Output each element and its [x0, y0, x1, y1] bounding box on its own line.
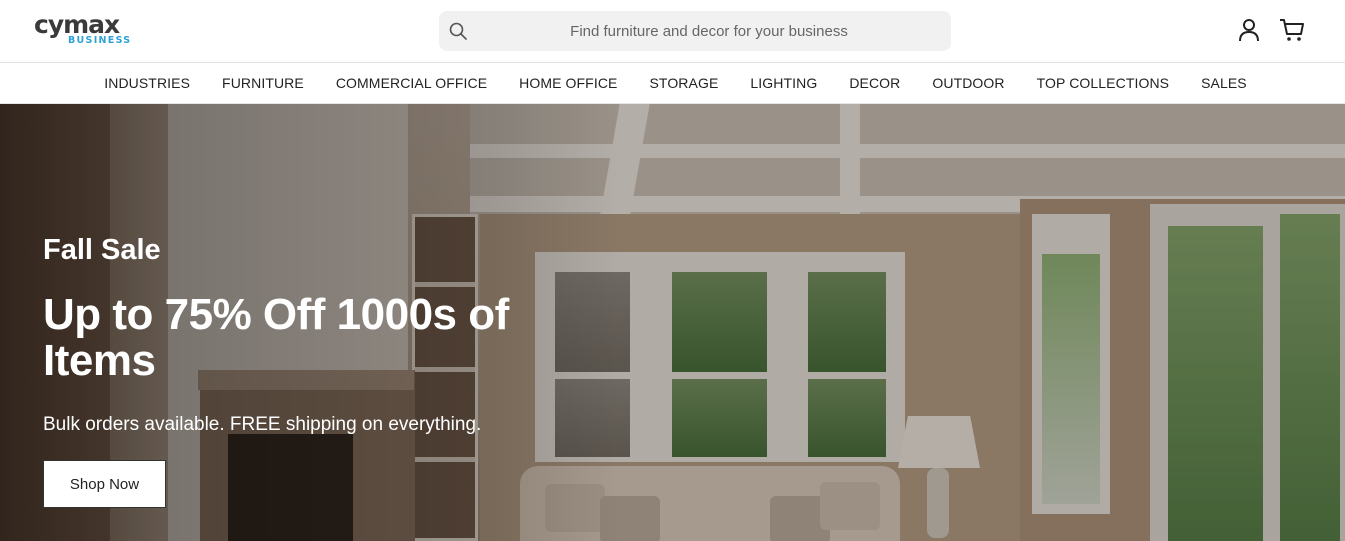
nav-item-commercial-office[interactable]: COMMERCIAL OFFICE	[320, 75, 503, 91]
nav-list: INDUSTRIES FURNITURE COMMERCIAL OFFICE H…	[0, 63, 1345, 103]
search-icon[interactable]	[449, 22, 467, 40]
shop-now-button[interactable]: Shop Now	[43, 460, 166, 508]
hero-banner[interactable]: Fall Sale Up to 75% Off 1000s of Items B…	[0, 104, 1345, 541]
main-nav: INDUSTRIES FURNITURE COMMERCIAL OFFICE H…	[0, 63, 1345, 104]
search-input[interactable]	[479, 11, 939, 51]
brand-logo[interactable]: cymax BUSINESS	[34, 10, 138, 48]
nav-item-storage[interactable]: STORAGE	[633, 75, 734, 91]
shopping-cart-icon[interactable]	[1279, 17, 1305, 43]
hero-eyebrow: Fall Sale	[43, 234, 161, 266]
logo-subtitle: BUSINESS	[68, 35, 132, 46]
site-header: cymax BUSINESS	[0, 0, 1345, 63]
hero-headline: Up to 75% Off 1000s of Items	[43, 290, 509, 385]
nav-item-outdoor[interactable]: OUTDOOR	[916, 75, 1020, 91]
hero-subtext: Bulk orders available. FREE shipping on …	[43, 414, 482, 435]
nav-item-industries[interactable]: INDUSTRIES	[88, 75, 206, 91]
nav-item-furniture[interactable]: FURNITURE	[206, 75, 320, 91]
user-icon[interactable]	[1236, 17, 1262, 43]
nav-item-top-collections[interactable]: TOP COLLECTIONS	[1021, 75, 1185, 91]
search-bar[interactable]	[439, 11, 951, 51]
nav-item-home-office[interactable]: HOME OFFICE	[503, 75, 633, 91]
nav-item-lighting[interactable]: LIGHTING	[734, 75, 833, 91]
nav-item-sales[interactable]: SALES	[1185, 75, 1263, 91]
nav-item-decor[interactable]: DECOR	[833, 75, 916, 91]
